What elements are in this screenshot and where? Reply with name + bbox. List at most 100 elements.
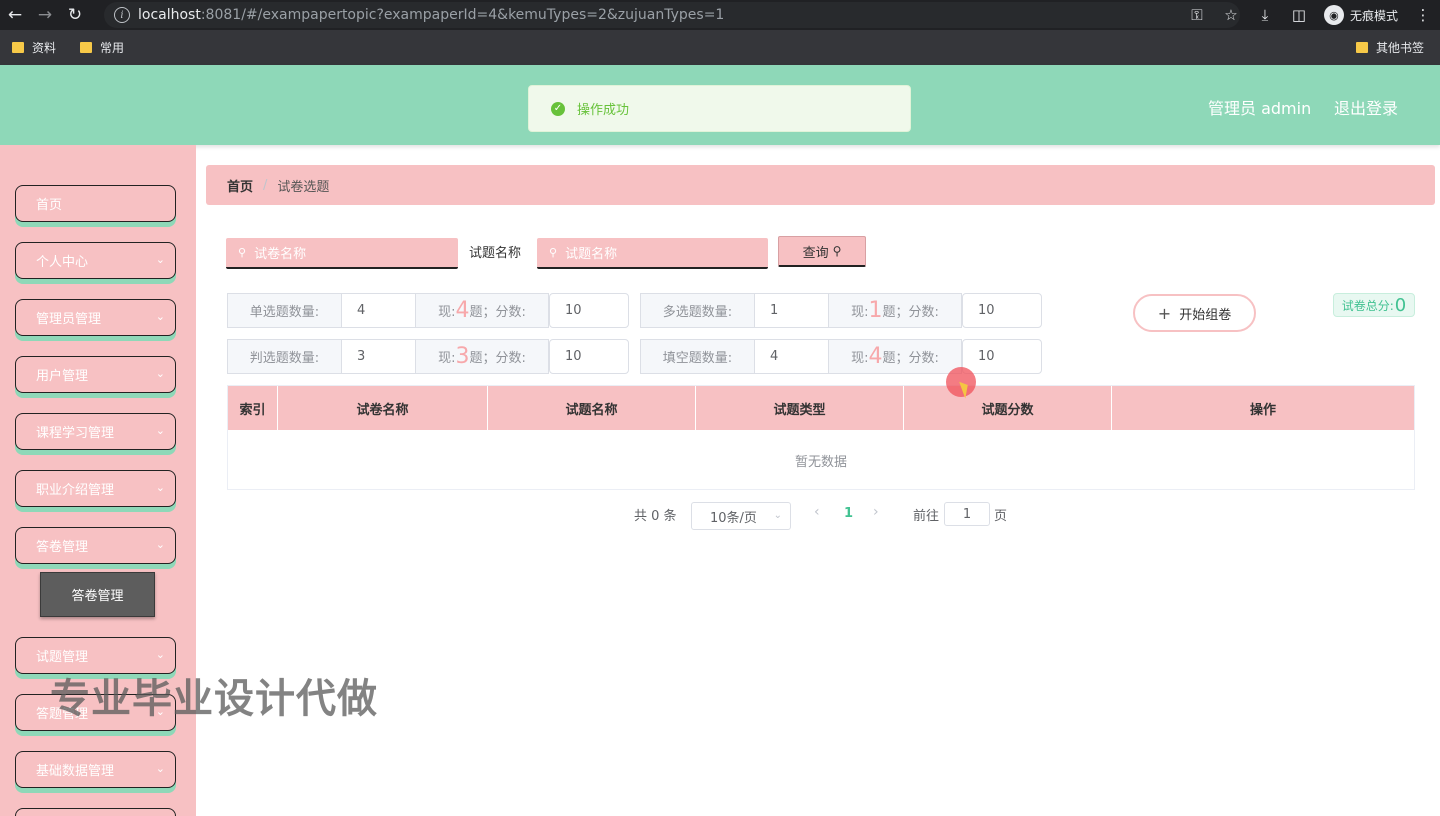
search-icon: ⚲ bbox=[549, 246, 558, 259]
bookmark-label: 其他书签 bbox=[1375, 41, 1424, 55]
bookmark-folder-changyong[interactable]: 常用 bbox=[80, 39, 124, 56]
chevron-down-icon: ⌄ bbox=[155, 538, 165, 551]
folder-icon bbox=[12, 42, 24, 53]
url-host: localhost bbox=[138, 7, 201, 23]
header-user: 管理员 admin bbox=[1208, 99, 1312, 118]
search-icon: ⚲ bbox=[238, 246, 247, 259]
query-button[interactable]: 查询 ⚲ bbox=[778, 236, 866, 267]
sidepanel-icon[interactable]: ◫ bbox=[1282, 0, 1316, 30]
judge-score-input[interactable]: 10 bbox=[549, 339, 629, 374]
now-suffix: 题；分数: bbox=[469, 351, 526, 366]
chevron-down-icon: ⌄ bbox=[155, 762, 165, 775]
folder-icon bbox=[1355, 42, 1368, 53]
sidebar-item-exampaper[interactable]: 答卷管理 ⌄ bbox=[15, 527, 176, 564]
download-icon[interactable]: ⤓ bbox=[1248, 0, 1282, 30]
multi-now-label: 现: 1 题；分数: bbox=[828, 293, 962, 328]
address-bar[interactable]: i localhost:8081/#/exampapertopic?exampa… bbox=[104, 2, 1240, 28]
judge-count-input[interactable]: 3 bbox=[341, 339, 416, 374]
page-size-value: 10条/页 bbox=[710, 510, 757, 526]
table-header: 索引 试卷名称 试题名称 试题类型 试题分数 操作 bbox=[228, 386, 1414, 430]
back-icon[interactable]: ← bbox=[0, 0, 30, 30]
incognito-icon: ◉ bbox=[1323, 5, 1344, 25]
chevron-down-icon: ⌄ bbox=[773, 510, 782, 521]
judge-count-label: 判选题数量: bbox=[227, 339, 342, 374]
table-empty: 暂无数据 bbox=[794, 454, 847, 470]
bookmark-folder-other[interactable]: 其他书签 bbox=[1355, 39, 1424, 56]
fill-score-input[interactable]: 10 bbox=[962, 339, 1042, 374]
single-count-input[interactable]: 4 bbox=[341, 293, 416, 328]
chevron-down-icon: ⌄ bbox=[155, 424, 165, 437]
chevron-down-icon: ⌄ bbox=[155, 253, 165, 266]
topic-name-search-input[interactable]: ⚲ 试题名称 bbox=[537, 238, 768, 269]
menu-icon[interactable]: ⋮ bbox=[1406, 0, 1440, 30]
plus-icon: + bbox=[1157, 303, 1172, 323]
topic-name-label: 试题名称 bbox=[469, 246, 522, 261]
sidebar-item-admin[interactable]: 管理员管理 ⌄ bbox=[15, 299, 176, 336]
sidebar-item-label: 首页 bbox=[36, 198, 63, 213]
sidebar-item-more[interactable] bbox=[15, 808, 176, 816]
goto-label: 前往 bbox=[913, 509, 940, 524]
browser-toolbar: ← → ↻ i localhost:8081/#/exampapertopic?… bbox=[0, 0, 1440, 30]
sidebar-item-label: 试题管理 bbox=[36, 650, 89, 665]
fill-count-input[interactable]: 4 bbox=[754, 339, 829, 374]
single-now-label: 现: 4 题；分数: bbox=[415, 293, 549, 328]
sidebar-item-label: 管理员管理 bbox=[36, 312, 102, 327]
now-suffix: 题；分数: bbox=[469, 305, 526, 320]
chevron-down-icon: ⌄ bbox=[155, 481, 165, 494]
reload-icon[interactable]: ↻ bbox=[60, 0, 90, 30]
star-icon[interactable]: ☆ bbox=[1214, 0, 1248, 30]
placeholder-text: 试卷名称 bbox=[254, 247, 307, 262]
sidebar-item-courses[interactable]: 课程学习管理 ⌄ bbox=[15, 413, 176, 450]
chevron-down-icon: ⌄ bbox=[155, 310, 165, 323]
now-prefix: 现: bbox=[438, 305, 456, 320]
sidebar-item-basedata[interactable]: 基础数据管理 ⌄ bbox=[15, 751, 176, 788]
col-paper-name: 试卷名称 bbox=[278, 386, 488, 430]
multi-count-label: 多选题数量: bbox=[640, 293, 755, 328]
fill-now-count: 4 bbox=[868, 344, 883, 369]
single-count-label: 单选题数量: bbox=[227, 293, 342, 328]
site-info-icon[interactable]: i bbox=[114, 7, 130, 23]
judge-now-count: 3 bbox=[455, 344, 470, 369]
single-now-count: 4 bbox=[455, 298, 470, 323]
col-actions: 操作 bbox=[1249, 402, 1276, 418]
chevron-down-icon: ⌄ bbox=[155, 648, 165, 661]
single-score-input[interactable]: 10 bbox=[549, 293, 629, 328]
sidebar-item-careers[interactable]: 职业介绍管理 ⌄ bbox=[15, 470, 176, 507]
sidebar-item-users[interactable]: 用户管理 ⌄ bbox=[15, 356, 176, 393]
breadcrumb-separator: / bbox=[263, 177, 268, 193]
goto-page-input[interactable]: 1 bbox=[944, 502, 990, 526]
paper-name-search-input[interactable]: ⚲ 试卷名称 bbox=[226, 238, 458, 269]
submenu-exampaper[interactable]: 答卷管理 bbox=[40, 572, 155, 617]
bookmark-folder-ziliao[interactable]: 资料 bbox=[12, 39, 56, 56]
judge-now-label: 现: 3 题；分数: bbox=[415, 339, 549, 374]
sidebar-item-label: 职业介绍管理 bbox=[36, 483, 115, 498]
fill-now-label: 现: 4 题；分数: bbox=[828, 339, 962, 374]
page-number-current[interactable]: 1 bbox=[844, 506, 853, 521]
sidebar-item-profile[interactable]: 个人中心 ⌄ bbox=[15, 242, 176, 279]
breadcrumb-current: 试卷选题 bbox=[277, 179, 330, 195]
next-page-icon[interactable]: › bbox=[873, 504, 879, 520]
incognito-label: 无痕模式 bbox=[1349, 8, 1398, 23]
breadcrumb-home[interactable]: 首页 bbox=[227, 176, 253, 195]
forward-icon[interactable]: → bbox=[30, 0, 60, 30]
pagination-total: 共 0 条 bbox=[634, 509, 677, 524]
prev-page-icon[interactable]: ‹ bbox=[814, 504, 820, 520]
incognito-indicator[interactable]: ◉ 无痕模式 bbox=[1323, 5, 1398, 25]
col-index: 索引 bbox=[228, 386, 278, 430]
multi-count-input[interactable]: 1 bbox=[754, 293, 829, 328]
col-topic-type: 试题类型 bbox=[696, 386, 904, 430]
sidebar-item-home[interactable]: 首页 bbox=[15, 185, 176, 222]
page-size-select[interactable]: 10条/页 ⌄ bbox=[691, 502, 791, 530]
folder-icon bbox=[80, 42, 93, 53]
logout-link[interactable]: 退出登录 bbox=[1334, 95, 1398, 119]
page-label: 页 bbox=[994, 509, 1008, 524]
total-score-label: 试卷总分: bbox=[1341, 298, 1394, 313]
watermark: 专业毕业设计代做 bbox=[50, 676, 378, 722]
url-path: :8081/#/exampapertopic?exampaperId=4&kem… bbox=[200, 7, 725, 23]
key-icon[interactable]: ⚿ bbox=[1180, 0, 1214, 30]
success-toast: ✓ 操作成功 bbox=[528, 85, 911, 132]
multi-score-input[interactable]: 10 bbox=[962, 293, 1042, 328]
start-compose-button[interactable]: + 开始组卷 bbox=[1133, 294, 1256, 332]
check-circle-icon: ✓ bbox=[551, 101, 565, 116]
chevron-down-icon: ⌄ bbox=[155, 367, 165, 380]
